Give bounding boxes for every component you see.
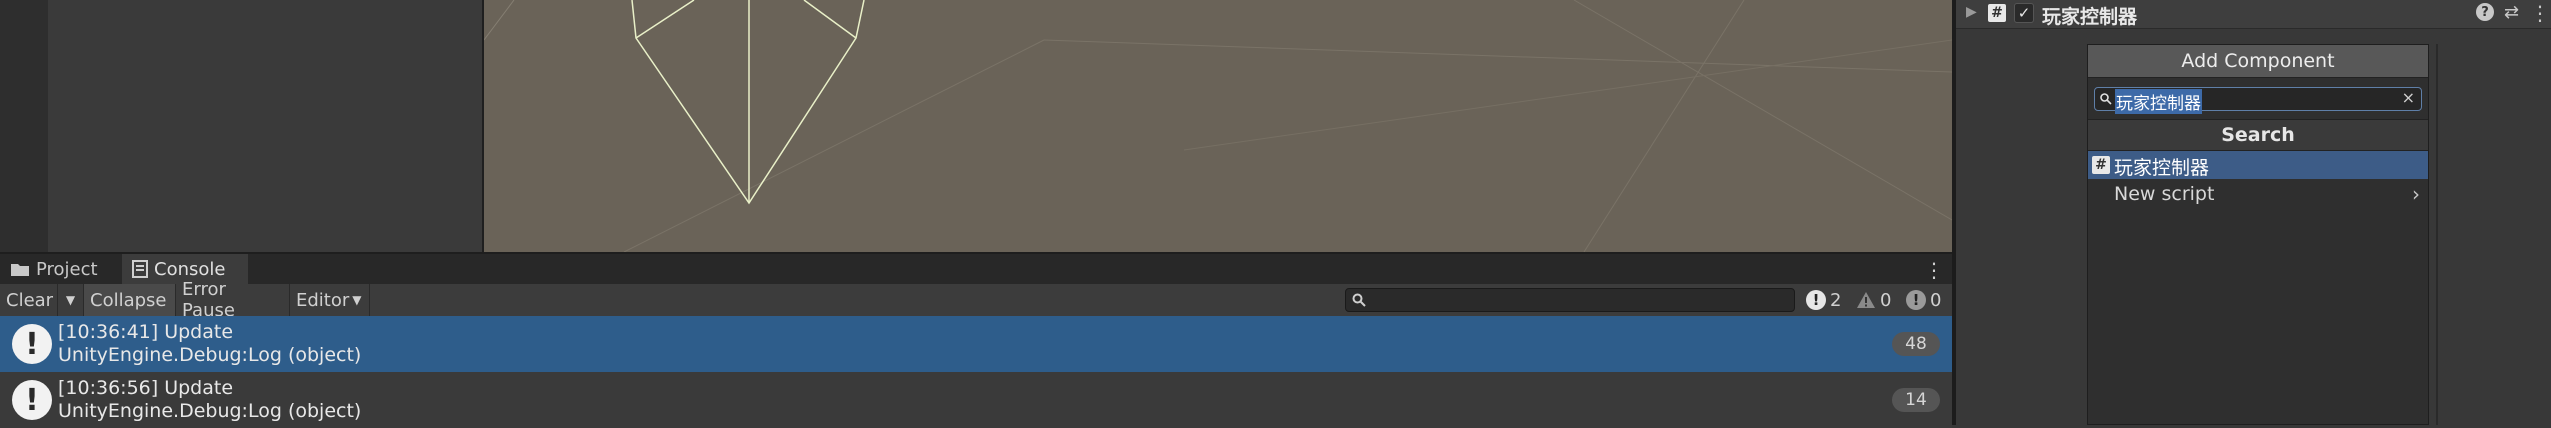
log-collapse-count: 14 [1892, 388, 1940, 412]
search-icon [2100, 93, 2112, 105]
log-stacktrace: UnityEngine.Debug:Log (object) [58, 344, 362, 366]
folder-icon [11, 264, 29, 276]
add-component-label: Add Component [2181, 50, 2335, 72]
collapse-button[interactable]: Collapse [84, 284, 176, 316]
error-count-toggle[interactable]: ! 0 [1902, 287, 1945, 313]
info-icon: ! [1806, 290, 1826, 310]
help-icon[interactable]: ? [2476, 3, 2494, 21]
divider [2436, 44, 2438, 425]
component-title: 玩家控制器 [2042, 6, 2138, 28]
log-row[interactable]: ! [10:36:56] Update UnityEngine.Debug:Lo… [0, 372, 1952, 428]
scene-wireframe [484, 0, 1952, 252]
editor-dropdown[interactable]: Editor ▼ [290, 284, 370, 316]
log-count-toggle[interactable]: ! 2 [1802, 287, 1845, 313]
log-info-icon: ! [12, 324, 52, 364]
error-icon: ! [1906, 290, 1926, 310]
foldout-arrow-icon[interactable]: ▶ [1966, 4, 1977, 20]
result-label: 玩家控制器 [2114, 157, 2210, 179]
search-header-label: Search [2221, 124, 2295, 146]
error-pause-label: Error Pause [182, 279, 235, 321]
scene-view[interactable] [484, 0, 1952, 252]
log-message: [10:36:56] Update [58, 377, 234, 399]
clear-options-dropdown[interactable]: ▼ [58, 284, 84, 316]
component-search-input[interactable]: 玩家控制器 × [2094, 87, 2422, 114]
warning-count-toggle[interactable]: 0 [1852, 287, 1895, 313]
dropdown-arrow-icon: ▼ [65, 293, 76, 307]
error-count: 0 [1930, 289, 1942, 311]
tab-project[interactable]: Project [0, 254, 122, 284]
tab-label: Project [36, 258, 98, 280]
clear-button[interactable]: Clear [0, 284, 58, 316]
hierarchy-panel [48, 0, 484, 252]
script-hash-icon: # [2092, 156, 2110, 174]
log-message: [10:36:41] Update [58, 321, 234, 343]
log-row[interactable]: ! [10:36:41] Update UnityEngine.Debug:Lo… [0, 316, 1952, 372]
console-panel: Project Console ⋮ Clear ▼ Collapse Error… [0, 252, 1952, 428]
clear-label: Clear [6, 289, 54, 311]
inspector-panel: ▶ # ✓ 玩家控制器 ? ⇄ ⋮ Add Component 玩家控制器 × … [1956, 0, 2551, 425]
tab-label: Console [154, 258, 226, 280]
console-toolbar: Clear ▼ Collapse Error Pause Editor ▼ ! 2… [0, 279, 1952, 321]
warning-count: 0 [1880, 289, 1892, 311]
left-toolbar-strip [0, 0, 48, 252]
log-info-icon: ! [12, 380, 52, 420]
chevron-right-icon: › [2412, 182, 2420, 206]
error-pause-button[interactable]: Error Pause [176, 279, 290, 321]
preset-icon[interactable]: ⇄ [2504, 2, 2519, 23]
console-search-input[interactable] [1345, 288, 1795, 312]
more-options-icon[interactable]: ⋮ [2530, 1, 2550, 25]
component-header[interactable]: ▶ # ✓ 玩家控制器 ? ⇄ ⋮ [1956, 0, 2551, 29]
enabled-checkbox[interactable]: ✓ [2014, 3, 2034, 23]
add-component-popup: Add Component 玩家控制器 × Search # 玩家控制器 New… [2087, 44, 2429, 425]
result-item-new-script[interactable]: New script › [2088, 181, 2428, 209]
search-value: 玩家控制器 [2115, 89, 2202, 114]
editor-label: Editor [296, 289, 350, 311]
collapse-label: Collapse [90, 289, 167, 311]
result-item-script[interactable]: # 玩家控制器 [2088, 151, 2428, 179]
dropdown-arrow-icon: ▼ [352, 293, 362, 307]
warning-icon [1857, 292, 1875, 308]
console-icon [132, 260, 148, 278]
log-count: 2 [1830, 289, 1842, 311]
search-results-header: Search [2088, 119, 2428, 151]
add-component-button[interactable]: Add Component [2088, 45, 2428, 78]
search-icon [1352, 293, 1366, 307]
tab-bar: Project Console ⋮ [0, 254, 1952, 284]
result-label: New script [2114, 183, 2215, 205]
log-collapse-count: 48 [1892, 332, 1940, 356]
script-hash-icon: # [1988, 4, 2006, 22]
more-options-icon[interactable]: ⋮ [1924, 258, 1944, 282]
log-stacktrace: UnityEngine.Debug:Log (object) [58, 400, 362, 422]
clear-search-icon[interactable]: × [2402, 88, 2415, 107]
